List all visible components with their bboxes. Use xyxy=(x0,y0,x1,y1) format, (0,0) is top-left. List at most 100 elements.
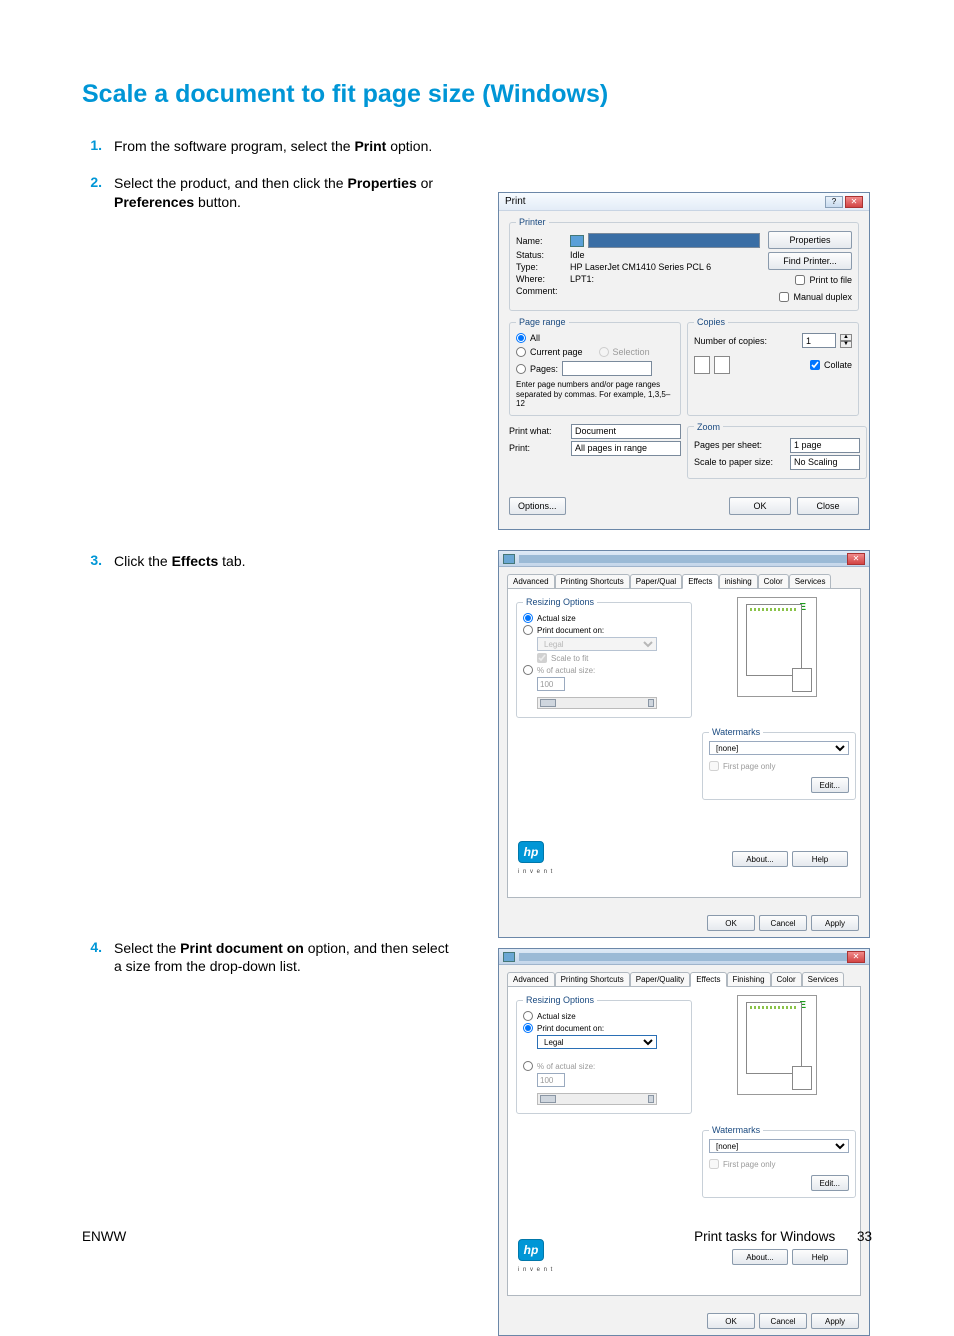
step-text-fragment: Select the xyxy=(114,940,180,956)
printer-icon xyxy=(570,235,584,247)
resizing-options-group: Resizing Options Actual size Print docum… xyxy=(516,995,692,1114)
tab-color[interactable]: Color xyxy=(758,574,789,589)
actual-size-radio[interactable]: Actual size xyxy=(523,1011,685,1021)
help-icon[interactable]: ? xyxy=(825,196,843,208)
manual-duplex-checkbox[interactable]: Manual duplex xyxy=(779,292,852,302)
dialog-titlebar: Print ? ✕ xyxy=(499,193,869,211)
watermark-edit-button[interactable]: Edit... xyxy=(811,1175,849,1191)
tab-advanced[interactable]: Advanced xyxy=(507,972,555,987)
dialog-title: Print xyxy=(505,196,526,207)
screenshot-print-dialog: Print ? ✕ Printer Name: Status:Idle Type… xyxy=(498,192,870,530)
checkbox-label: Scale to fit xyxy=(551,654,588,663)
close-button[interactable]: Close xyxy=(797,497,859,515)
tab-finishing[interactable]: inishing xyxy=(719,574,758,589)
tab-paper-quality[interactable]: Paper/Quality xyxy=(630,972,690,987)
apply-button[interactable]: Apply xyxy=(811,1313,859,1329)
help-button[interactable]: Help xyxy=(792,1249,848,1265)
tab-color[interactable]: Color xyxy=(771,972,802,987)
step-text-bold: Properties xyxy=(347,175,416,191)
tab-page-effects: Resizing Options Actual size Print docum… xyxy=(507,986,861,1296)
percent-slider xyxy=(537,1093,657,1105)
range-current-radio[interactable]: Current page xyxy=(516,347,583,357)
options-button[interactable]: Options... xyxy=(509,497,566,515)
tab-finishing[interactable]: Finishing xyxy=(727,972,771,987)
pages-per-sheet-select[interactable]: 1 page xyxy=(790,438,860,453)
watermark-edit-button[interactable]: Edit... xyxy=(811,777,849,793)
cancel-button[interactable]: Cancel xyxy=(759,915,807,931)
print-document-on-radio[interactable]: Print document on: xyxy=(523,1023,685,1033)
tab-services[interactable]: Services xyxy=(802,972,845,987)
dialog-titlebar: ✕ xyxy=(499,551,869,567)
step-text-fragment: option. xyxy=(386,138,432,154)
tab-printing-shortcuts[interactable]: Printing Shortcuts xyxy=(555,574,630,589)
actual-size-radio[interactable]: Actual size xyxy=(523,613,685,623)
label: Print: xyxy=(509,443,567,453)
step-text-fragment: or xyxy=(417,175,433,191)
tab-effects[interactable]: Effects xyxy=(690,972,726,987)
percent-actual-radio[interactable]: % of actual size: xyxy=(523,1061,685,1071)
step-text-fragment: tab. xyxy=(218,553,245,569)
ok-button[interactable]: OK xyxy=(729,497,791,515)
tab-paper-quality[interactable]: Paper/Qual xyxy=(630,574,682,589)
group-legend: Watermarks xyxy=(709,1125,763,1135)
watermark-select[interactable]: [none] xyxy=(709,1139,849,1153)
ok-button[interactable]: OK xyxy=(707,1313,755,1329)
radio-label: Pages: xyxy=(530,364,558,374)
watermark-select[interactable]: [none] xyxy=(709,741,849,755)
title-placeholder xyxy=(519,555,847,563)
print-on-select[interactable]: Legal xyxy=(537,1035,657,1049)
range-selection-radio: Selection xyxy=(599,347,650,357)
copies-group: Copies Number of copies: ▲▼ Collate xyxy=(687,317,859,416)
step-number: 4. xyxy=(82,939,114,955)
range-all-radio[interactable]: All xyxy=(516,333,674,343)
first-page-only-checkbox: First page only xyxy=(709,761,849,771)
print-what-select[interactable]: Document xyxy=(571,424,681,439)
close-icon[interactable]: ✕ xyxy=(847,553,865,565)
collate-checkbox[interactable]: Collate xyxy=(810,360,852,370)
tab-services[interactable]: Services xyxy=(789,574,832,589)
print-document-on-radio[interactable]: Print document on: xyxy=(523,625,685,635)
about-button[interactable]: About... xyxy=(732,1249,788,1265)
apply-button[interactable]: Apply xyxy=(811,915,859,931)
resizing-options-group: Resizing Options Actual size Print docum… xyxy=(516,597,692,718)
close-icon[interactable]: ✕ xyxy=(845,196,863,208)
tab-advanced[interactable]: Advanced xyxy=(507,574,555,589)
page-preview: E xyxy=(737,597,817,697)
radio-label: Current page xyxy=(530,347,583,357)
copies-spinner[interactable]: ▲▼ xyxy=(840,334,852,348)
step-text-bold: Preferences xyxy=(114,194,194,210)
screenshot-properties-effects-printon: ✕ Advanced Printing Shortcuts Paper/Qual… xyxy=(498,948,870,1336)
print-to-file-checkbox[interactable]: Print to file xyxy=(795,275,852,285)
step-text-bold: Print document on xyxy=(180,940,304,956)
page-preview: E xyxy=(737,995,817,1095)
print-select[interactable]: All pages in range xyxy=(571,441,681,456)
label: Status: xyxy=(516,250,566,260)
footer-right: Print tasks for Windows 33 xyxy=(694,1229,872,1244)
pages-input[interactable] xyxy=(562,361,652,376)
tab-page-effects: Resizing Options Actual size Print docum… xyxy=(507,588,861,898)
range-pages-radio[interactable]: Pages: xyxy=(516,361,674,376)
tab-printing-shortcuts[interactable]: Printing Shortcuts xyxy=(555,972,630,987)
step-text: From the software program, select the Pr… xyxy=(114,137,432,156)
printer-name-select[interactable] xyxy=(588,233,760,248)
close-icon[interactable]: ✕ xyxy=(847,951,865,963)
scale-to-paper-select[interactable]: No Scaling xyxy=(790,455,860,470)
checkbox-label: First page only xyxy=(723,1160,775,1169)
percent-actual-radio[interactable]: % of actual size: xyxy=(523,665,685,675)
step-text-bold: Effects xyxy=(172,553,219,569)
label: Scale to paper size: xyxy=(694,457,786,467)
page-title: Scale a document to fit page size (Windo… xyxy=(82,80,872,109)
about-button[interactable]: About... xyxy=(732,851,788,867)
properties-button[interactable]: Properties xyxy=(768,231,852,249)
find-printer-button[interactable]: Find Printer... xyxy=(768,252,852,270)
radio-label: Selection xyxy=(613,347,650,357)
help-button[interactable]: Help xyxy=(792,851,848,867)
cancel-button[interactable]: Cancel xyxy=(759,1313,807,1329)
group-legend: Resizing Options xyxy=(523,995,597,1005)
page-range-group: Page range All Current page Selection Pa… xyxy=(509,317,681,416)
tab-effects[interactable]: Effects xyxy=(682,574,718,589)
radio-label: Actual size xyxy=(537,614,576,623)
num-copies-input[interactable] xyxy=(802,333,836,348)
step-number: 2. xyxy=(82,174,114,190)
ok-button[interactable]: OK xyxy=(707,915,755,931)
